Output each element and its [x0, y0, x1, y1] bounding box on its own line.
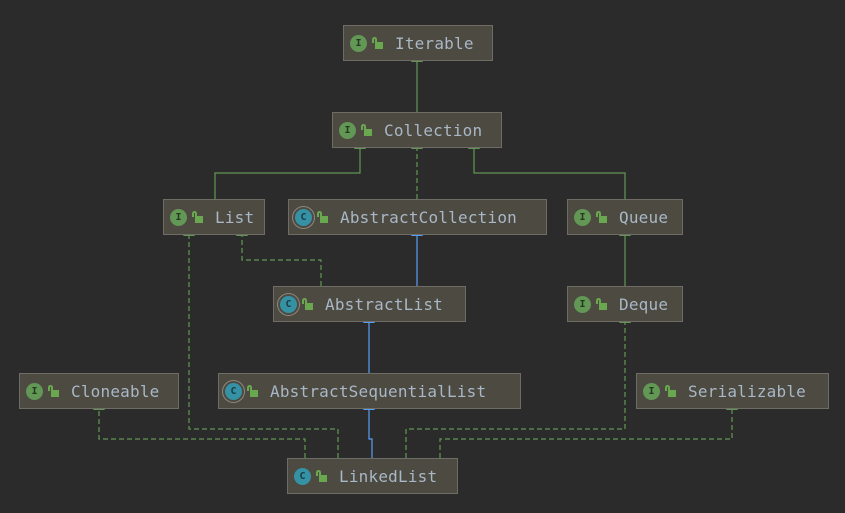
public-lock-icon: [316, 470, 328, 482]
public-lock-icon: [596, 298, 608, 310]
class-icon: C: [294, 467, 311, 485]
node-serializable[interactable]: I Serializable: [636, 373, 829, 409]
edge-linkedlist-serializable: [439, 400, 738, 458]
edge-linkedlist-cloneable: [93, 400, 306, 458]
node-abstract-sequential-list[interactable]: C AbstractSequentialList: [218, 373, 521, 409]
public-lock-icon: [372, 37, 384, 49]
node-label: LinkedList: [339, 466, 438, 486]
interface-icon: I: [339, 121, 356, 139]
abstract-class-icon: C: [280, 295, 297, 313]
edge-abstractlist-list: [236, 226, 322, 286]
node-label: Iterable: [395, 33, 474, 53]
abstract-class-icon: C: [225, 382, 242, 400]
node-label: AbstractCollection: [340, 207, 517, 227]
node-linked-list[interactable]: C LinkedList: [287, 458, 458, 494]
edge-queue-collection: [468, 139, 626, 199]
public-lock-icon: [317, 211, 329, 223]
abstract-class-icon: C: [295, 208, 312, 226]
node-list[interactable]: I List: [163, 199, 265, 235]
node-label: Queue: [619, 207, 669, 227]
interface-icon: I: [26, 382, 43, 400]
interface-icon: I: [170, 208, 187, 226]
interface-icon: I: [574, 208, 591, 226]
edges-layer: [93, 52, 738, 458]
node-label: Collection: [384, 120, 483, 140]
node-abstract-list[interactable]: C AbstractList: [273, 286, 466, 322]
node-label: Deque: [619, 294, 669, 314]
public-lock-icon: [192, 211, 204, 223]
edge-linkedlist-list: [183, 226, 339, 458]
node-label: Cloneable: [71, 381, 160, 401]
node-label: AbstractSequentialList: [270, 381, 487, 401]
edge-linkedlist-abstractsequentiallist: [363, 400, 375, 458]
public-lock-icon: [247, 385, 259, 397]
edge-list-collection: [214, 139, 366, 199]
public-lock-icon: [48, 385, 60, 397]
node-iterable[interactable]: I Iterable: [343, 25, 493, 61]
node-collection[interactable]: I Collection: [332, 112, 502, 148]
public-lock-icon: [665, 385, 677, 397]
node-label: List: [215, 207, 255, 227]
public-lock-icon: [361, 124, 373, 136]
public-lock-icon: [302, 298, 314, 310]
public-lock-icon: [596, 211, 608, 223]
node-abstract-collection[interactable]: C AbstractCollection: [288, 199, 547, 235]
interface-icon: I: [574, 295, 591, 313]
node-label: Serializable: [688, 381, 806, 401]
node-queue[interactable]: I Queue: [567, 199, 683, 235]
node-cloneable[interactable]: I Cloneable: [19, 373, 179, 409]
node-deque[interactable]: I Deque: [567, 286, 683, 322]
node-label: AbstractList: [325, 294, 443, 314]
interface-icon: I: [643, 382, 660, 400]
interface-icon: I: [350, 34, 367, 52]
